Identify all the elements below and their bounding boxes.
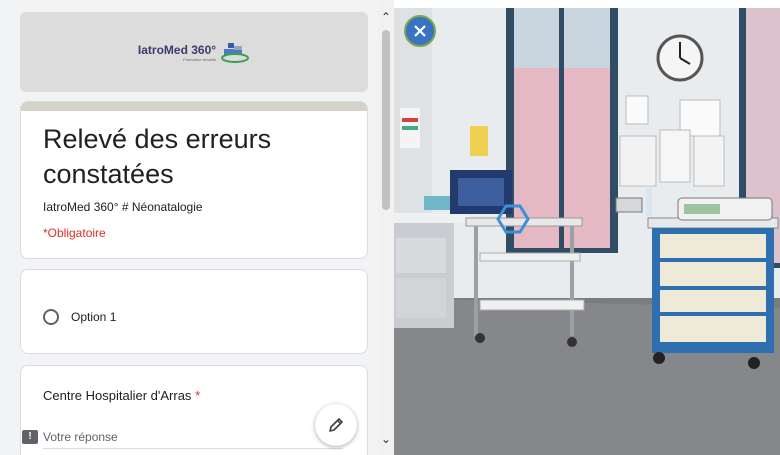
scrollbar[interactable]: ⌃ ⌄ [378,0,394,455]
question-label: Centre Hospitalier d'Arras * [43,388,200,403]
question-text: Centre Hospitalier d'Arras [43,388,192,403]
pencil-icon [329,418,343,432]
feedback-icon[interactable]: ! [22,430,38,444]
question-card: Centre Hospitalier d'Arras * Votre répon… [20,365,368,455]
accent-bar [21,102,367,111]
hospital-room-scene [394,8,780,455]
form-description: IatroMed 360° # Néonatalogie [43,200,203,214]
option-card: Option 1 [20,269,368,354]
header-banner: IatroMed 360° Formation virtuelle [20,12,368,92]
edit-button[interactable] [315,404,357,446]
scroll-thumb[interactable] [382,30,390,210]
close-icon [414,25,426,37]
required-note: *Obligatoire [43,226,106,240]
chevron-up-icon[interactable]: ⌃ [381,10,391,24]
iatromed-logo: IatroMed 360° Formation virtuelle [138,39,250,65]
form-title-card: Relevé des erreurs constatées IatroMed 3… [20,101,368,259]
answer-input[interactable]: Votre réponse [43,430,118,444]
form-title: Relevé des erreurs constatées [43,124,272,189]
answer-underline [43,448,343,449]
logo-graphic [221,43,250,63]
option-1-label[interactable]: Option 1 [71,310,116,324]
form-pane: IatroMed 360° Formation virtuelle Relevé… [0,0,378,455]
chevron-down-icon[interactable]: ⌄ [381,432,391,446]
logo-text: IatroMed 360° [137,42,217,57]
close-button[interactable] [404,15,436,47]
required-star: * [195,388,201,403]
option-1-radio[interactable] [43,309,59,325]
logo-subtext: Formation virtuelle [183,56,217,62]
panorama-viewer[interactable] [394,8,780,455]
